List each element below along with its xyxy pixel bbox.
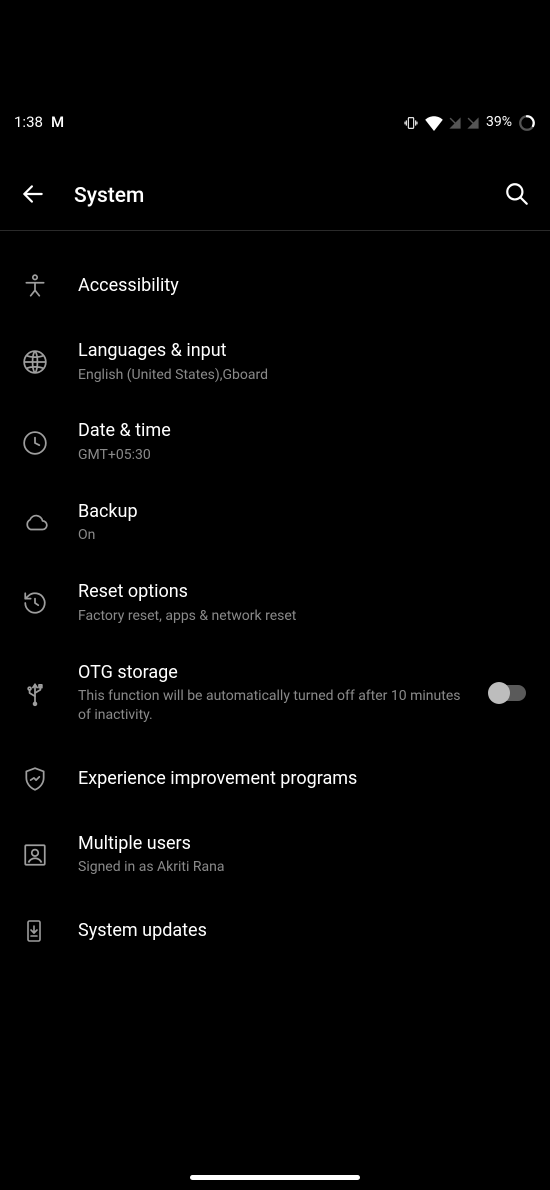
item-otg-storage[interactable]: OTG storage This function will be automa… <box>0 644 550 743</box>
search-icon[interactable] <box>504 181 530 211</box>
wifi-icon <box>424 113 444 131</box>
item-title: Backup <box>78 501 528 524</box>
item-title: Reset options <box>78 581 528 604</box>
item-subtitle: GMT+05:30 <box>78 446 528 465</box>
item-reset[interactable]: Reset options Factory reset, apps & netw… <box>0 563 550 643</box>
item-subtitle: Signed in as Akriti Rana <box>78 858 528 877</box>
item-system-updates[interactable]: System updates <box>0 895 550 967</box>
otg-toggle[interactable] <box>488 682 528 704</box>
item-backup[interactable]: Backup On <box>0 483 550 563</box>
gmail-icon: M <box>51 113 63 131</box>
battery-percent: 39% <box>486 114 512 130</box>
settings-list: Accessibility Languages & input English … <box>0 250 550 967</box>
item-subtitle: English (United States),Gboard <box>78 366 528 385</box>
usb-icon <box>22 678 78 708</box>
item-experience-programs[interactable]: Experience improvement programs <box>0 743 550 815</box>
page-title: System <box>74 184 144 208</box>
item-subtitle: This function will be automatically turn… <box>78 687 474 725</box>
update-icon <box>22 917 78 945</box>
back-icon[interactable] <box>20 181 46 211</box>
cloud-icon <box>22 510 78 536</box>
item-title: Languages & input <box>78 340 528 363</box>
globe-icon <box>22 349 78 375</box>
home-indicator[interactable] <box>190 1175 360 1180</box>
sim2-icon <box>466 113 480 131</box>
item-accessibility[interactable]: Accessibility <box>0 250 550 322</box>
status-left: 1:38 M <box>14 113 63 131</box>
status-clock: 1:38 <box>14 113 43 131</box>
vibrate-icon <box>402 113 420 131</box>
item-multiple-users[interactable]: Multiple users Signed in as Akriti Rana <box>0 815 550 895</box>
users-icon <box>22 842 78 868</box>
app-bar: System <box>0 168 550 224</box>
item-title: System updates <box>78 920 528 943</box>
item-title: Date & time <box>78 420 528 443</box>
battery-ring-icon <box>518 112 536 131</box>
accessibility-icon <box>22 273 78 299</box>
sim1-icon <box>448 113 462 131</box>
shield-icon <box>22 766 78 792</box>
item-date-time[interactable]: Date & time GMT+05:30 <box>0 402 550 482</box>
item-title: Accessibility <box>78 275 528 298</box>
status-bar: 1:38 M 39% <box>0 110 550 134</box>
item-title: OTG storage <box>78 662 474 685</box>
item-title: Multiple users <box>78 833 528 856</box>
item-subtitle: Factory reset, apps & network reset <box>78 607 528 626</box>
item-subtitle: On <box>78 526 528 545</box>
clock-icon <box>22 430 78 456</box>
item-title: Experience improvement programs <box>78 768 528 791</box>
item-languages[interactable]: Languages & input English (United States… <box>0 322 550 402</box>
history-icon <box>22 590 78 616</box>
status-right: 39% <box>402 112 536 131</box>
app-bar-divider <box>0 230 550 231</box>
